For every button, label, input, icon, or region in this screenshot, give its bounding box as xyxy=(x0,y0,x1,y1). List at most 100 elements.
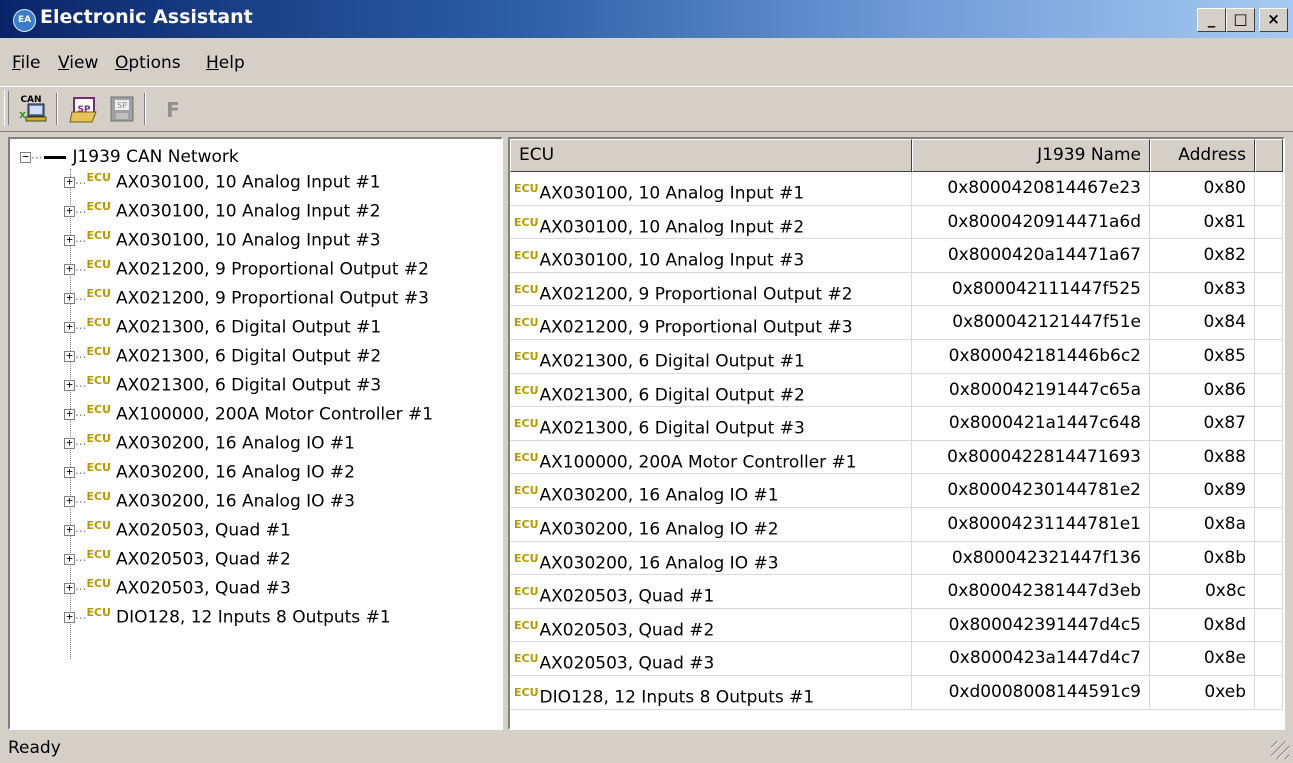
tree-item-label: DIO128, 12 Inputs 8 Outputs #1 xyxy=(115,607,391,628)
table-row[interactable]: ECUAX021300, 6 Digital Output #2 0x800042… xyxy=(510,373,1283,408)
column-header-ecu[interactable]: ECU xyxy=(510,139,912,172)
menu-view[interactable]: View xyxy=(58,53,98,73)
tree-item-label: AX030100, 10 Analog Input #1 xyxy=(115,172,381,193)
column-header-address[interactable]: Address xyxy=(1150,139,1255,172)
setpoint-open-icon[interactable]: SP xyxy=(68,92,102,126)
toolbar: CAN x SP SP F xyxy=(0,86,1293,132)
tree-item[interactable]: + ···ECU AX030200, 16 Analog IO #3 xyxy=(64,482,355,512)
cell-j1939-name: 0x800042391447d4c5 xyxy=(912,608,1150,642)
ecu-icon: ECU xyxy=(514,349,539,363)
expand-icon[interactable]: + xyxy=(64,263,75,276)
table-row[interactable]: ECUAX021300, 6 Digital Output #1 0x800042… xyxy=(510,339,1283,374)
expand-icon[interactable]: + xyxy=(64,611,75,624)
menu-file[interactable]: File xyxy=(12,53,40,73)
svg-text:SP: SP xyxy=(117,101,127,110)
expand-icon[interactable]: + xyxy=(64,553,75,566)
collapse-icon[interactable]: − xyxy=(20,151,31,163)
tree-item[interactable]: + ···ECU AX020503, Quad #1 xyxy=(64,511,291,541)
expand-icon[interactable]: + xyxy=(64,205,75,218)
can-network-icon[interactable]: CAN x xyxy=(14,92,48,126)
setpoint-save-icon[interactable]: SP xyxy=(104,92,138,126)
ecu-icon: ECU xyxy=(86,345,111,358)
table-row[interactable]: ECUAX030100, 10 Analog Input #1 0x8000420… xyxy=(510,172,1283,206)
expand-icon[interactable]: + xyxy=(64,379,75,392)
tree-item[interactable]: + ···ECU AX100000, 200A Motor Controller #… xyxy=(64,395,433,425)
table-row[interactable]: ECUAX030100, 10 Analog Input #2 0x8000420… xyxy=(510,205,1283,240)
tree-item[interactable]: + ···ECU AX030100, 10 Analog Input #3 xyxy=(64,221,381,251)
maximize-button[interactable]: □ xyxy=(1226,8,1255,32)
tree-item[interactable]: + ···ECU DIO128, 12 Inputs 8 Outputs #1 xyxy=(64,598,391,628)
menu-help[interactable]: Help xyxy=(206,53,245,73)
ecu-icon: ECU xyxy=(86,577,111,590)
cell-address: 0x80 xyxy=(1150,172,1255,205)
expand-icon[interactable]: + xyxy=(64,292,75,305)
column-header-j1939-name[interactable]: J1939 Name xyxy=(912,139,1150,172)
cell-ecu: ECUAX030100, 10 Analog Input #3 xyxy=(510,239,912,272)
table-row[interactable]: ECUAX021200, 9 Proportional Output #2 0x8… xyxy=(510,272,1283,307)
ecu-icon: ECU xyxy=(514,618,539,632)
tree-item[interactable]: + ···ECU AX021200, 9 Proportional Output #… xyxy=(64,279,429,309)
network-tree[interactable]: − ··· J1939 CAN Network + ···ECU AX030100, 1… xyxy=(8,137,503,730)
table-row[interactable]: ECUAX020503, Quad #1 0x800042381447d3eb 0x… xyxy=(510,575,1283,609)
tree-item[interactable]: + ···ECU AX020503, Quad #2 xyxy=(64,540,291,570)
expand-icon[interactable]: + xyxy=(64,350,75,363)
tree-item[interactable]: + ···ECU AX021200, 9 Proportional Output #… xyxy=(64,250,429,280)
toolbar-separator xyxy=(144,93,146,125)
expand-icon[interactable]: + xyxy=(64,495,75,508)
tree-connector: ··· xyxy=(75,321,87,336)
cell-ecu: ECUAX021300, 6 Digital Output #2 xyxy=(510,373,912,407)
close-button[interactable]: × xyxy=(1259,8,1288,32)
tree-item[interactable]: + ···ECU AX030100, 10 Analog Input #2 xyxy=(64,192,381,222)
cell-j1939-name: 0x8000422814471693 xyxy=(912,440,1150,474)
ea-logo-icon[interactable]: EA xyxy=(13,9,36,32)
table-row[interactable]: ECUAX030200, 16 Analog IO #3 0x8000423214… xyxy=(510,541,1283,576)
tree-item[interactable]: + ···ECU AX021300, 6 Digital Output #1 xyxy=(64,308,381,338)
expand-icon[interactable]: + xyxy=(64,437,75,450)
flash-icon[interactable]: F xyxy=(156,92,190,126)
cell-j1939-name: 0x8000420a14471a67 xyxy=(912,239,1150,272)
toolbar-grip[interactable] xyxy=(4,91,9,125)
expand-icon[interactable]: + xyxy=(64,321,75,334)
cell-ecu: ECUAX030200, 16 Analog IO #1 xyxy=(510,474,912,507)
cell-j1939-name: 0x800042321447f136 xyxy=(912,541,1150,575)
ecu-icon: ECU xyxy=(86,374,111,387)
tree-item-label: AX021300, 6 Digital Output #2 xyxy=(115,346,382,367)
table-row[interactable]: ECUAX021200, 9 Proportional Output #3 0x8… xyxy=(510,306,1283,340)
ecu-list[interactable]: ECU J1939 Name Address ECUAX030100, 10 A… xyxy=(508,137,1285,730)
ecu-icon: ECU xyxy=(86,316,111,329)
tree-item[interactable]: + ···ECU AX021300, 6 Digital Output #2 xyxy=(64,337,382,367)
table-row[interactable]: ECUAX030100, 10 Analog Input #3 0x8000420… xyxy=(510,239,1283,273)
cell-address: 0x89 xyxy=(1150,474,1255,507)
expand-icon[interactable]: + xyxy=(64,582,75,595)
table-row[interactable]: ECUAX100000, 200A Motor Controller #1 0x8… xyxy=(510,440,1283,475)
expand-icon[interactable]: + xyxy=(64,408,75,421)
table-row[interactable]: ECUAX020503, Quad #2 0x800042391447d4c5 0x… xyxy=(510,608,1283,643)
table-row[interactable]: ECUAX030200, 16 Analog IO #2 0x8000423114… xyxy=(510,507,1283,542)
tree-item[interactable]: + ···ECU AX030200, 16 Analog IO #2 xyxy=(64,453,355,483)
expand-icon[interactable]: + xyxy=(64,176,75,189)
title-bar[interactable]: EA Electronic Assistant _ □ × xyxy=(0,0,1293,38)
menu-options[interactable]: Options xyxy=(115,53,181,73)
cell-filler xyxy=(1255,675,1283,709)
minimize-button[interactable]: _ xyxy=(1197,8,1226,32)
window-title: Electronic Assistant xyxy=(40,6,253,28)
tree-item[interactable]: + ···ECU AX030100, 10 Analog Input #1 xyxy=(64,163,381,193)
cell-ecu: ECUAX021200, 9 Proportional Output #3 xyxy=(510,306,912,339)
tree-item[interactable]: + ···ECU AX030200, 16 Analog IO #1 xyxy=(64,424,355,454)
tree-item-label: AX021200, 9 Proportional Output #3 xyxy=(115,288,429,309)
cell-filler xyxy=(1255,642,1283,675)
table-row[interactable]: ECUAX030200, 16 Analog IO #1 0x8000423014… xyxy=(510,474,1283,508)
cell-ecu: ECUDIO128, 12 Inputs 8 Outputs #1 xyxy=(510,675,912,709)
resize-grip-icon[interactable] xyxy=(1271,741,1289,759)
tree-item[interactable]: + ···ECU AX021300, 6 Digital Output #3 xyxy=(64,366,381,396)
table-row[interactable]: ECUDIO128, 12 Inputs 8 Outputs #1 0xd0008… xyxy=(510,675,1283,710)
tree-item-label: AX020503, Quad #2 xyxy=(115,549,291,570)
ecu-icon: ECU xyxy=(514,215,539,229)
tree-item[interactable]: + ···ECU AX020503, Quad #3 xyxy=(64,569,291,599)
expand-icon[interactable]: + xyxy=(64,466,75,479)
ecu-icon: ECU xyxy=(86,519,111,532)
table-row[interactable]: ECUAX020503, Quad #3 0x8000423a1447d4c7 0x… xyxy=(510,642,1283,676)
expand-icon[interactable]: + xyxy=(64,524,75,537)
expand-icon[interactable]: + xyxy=(64,234,75,247)
table-row[interactable]: ECUAX021300, 6 Digital Output #3 0x800042… xyxy=(510,407,1283,441)
